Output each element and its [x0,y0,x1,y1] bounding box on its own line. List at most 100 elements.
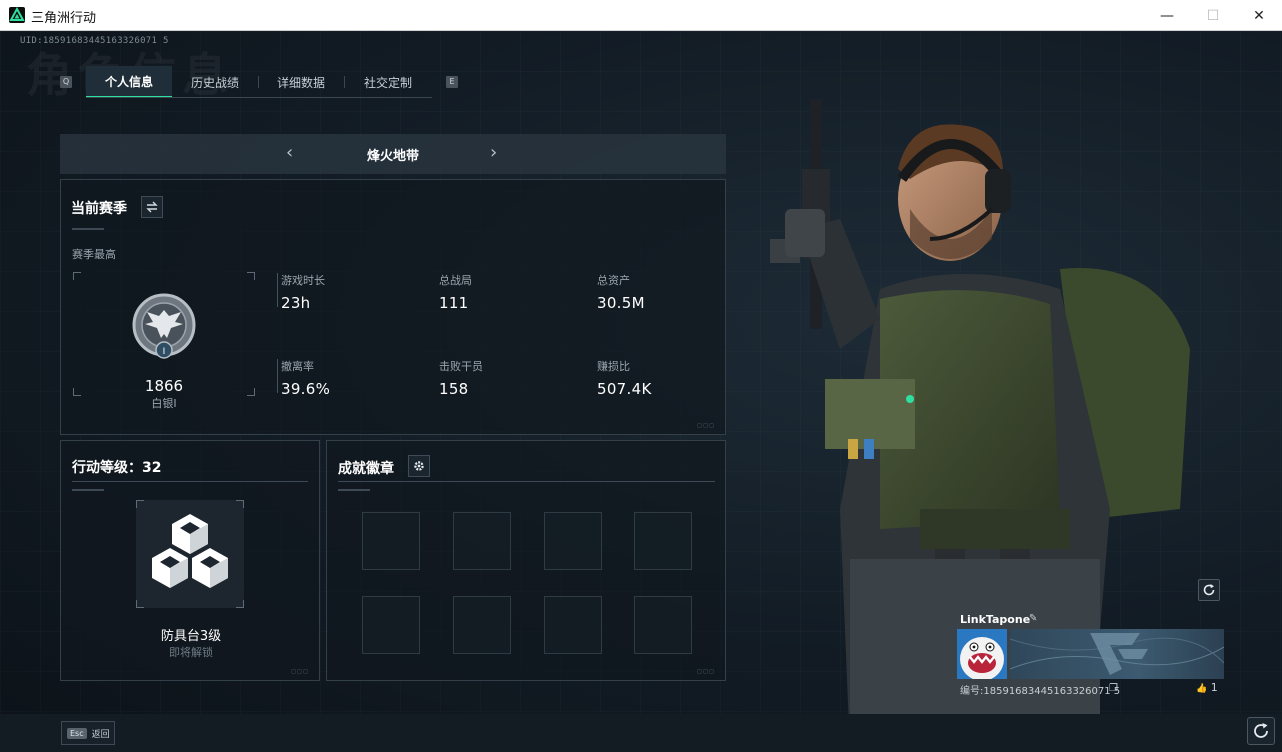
rank-score: 1866 [144,377,184,395]
title-accent-line [338,489,370,491]
switch-season-button[interactable] [141,196,163,218]
copy-id-icon[interactable]: ❐ [1109,683,1118,694]
mode-selector: ‹ 烽火地带 › [60,134,726,174]
bottom-bar [0,714,1282,752]
stat-extract-rate: 撤离率 39.6% [281,358,431,398]
badge-slot[interactable] [453,596,511,654]
badge-slot[interactable] [453,512,511,570]
achievement-badges-panel: 成就徽章 ◻◻◻ [326,440,726,681]
stat-label: 赚损比 [597,360,630,373]
stat-label: 总资产 [597,274,630,287]
tab-next-key[interactable]: E [446,76,458,88]
player-id: 编号:18591683445163326071 5 [960,686,1121,697]
tab-personal-info[interactable]: 个人信息 [86,66,172,98]
avatar[interactable] [957,629,1007,679]
season-title: 当前赛季 [71,201,127,217]
season-panel: 当前赛季 赛季最高 I 1866 白银I 游戏时长 23h 总战局 111 总资… [60,179,726,435]
stat-profit-loss: 赚损比 507.4K [597,358,747,398]
stat-divider [277,359,278,393]
stat-label: 总战局 [439,274,472,287]
badge-settings-button[interactable] [408,455,430,477]
unlock-item-status: 即将解锁 [169,646,213,659]
corner-decoration [236,600,244,608]
rotate-icon [1254,723,1268,738]
esc-key-icon: Esc [67,727,87,739]
unlock-item-frame[interactable] [136,500,244,608]
avatar-image [957,629,1007,679]
uid-text: UID:18591683445163326071 5 [20,36,169,46]
window-titlebar: 三角洲行动 — ☐ ✕ [0,0,1282,31]
panel-corner-dots: ◻◻◻ [291,668,309,675]
rank-box: I 1866 白银I [73,272,255,410]
profile-card: LinkTapone ✎ 编号:18591683445163326071 5 ❐ [955,609,1225,699]
title-rule [338,481,715,482]
stat-total-assets: 总资产 30.5M [597,272,747,312]
corner-decoration [136,600,144,608]
stat-label: 击败干员 [439,360,483,373]
banner-emblem-icon [1010,633,1224,675]
title-accent-line [72,489,104,491]
badge-slot[interactable] [544,596,602,654]
corner-decoration [73,272,81,280]
rank-name: 白银I [151,397,177,410]
mode-title: 烽火地带 [366,149,419,164]
swap-icon [146,201,158,213]
badge-slot[interactable] [362,596,420,654]
cubes-icon [152,514,228,588]
refresh-model-button[interactable] [1198,579,1220,601]
badges-title: 成就徽章 [338,461,394,477]
tab-detailed-data[interactable]: 详细数据 [258,66,344,98]
tab-social[interactable]: 社交定制 [344,66,432,98]
corner-decoration [247,272,255,280]
thumbs-up-icon: 👍 [1196,684,1208,694]
stat-value: 111 [439,294,469,312]
stat-value: 158 [439,380,469,398]
mode-next-button[interactable]: › [490,142,497,163]
corner-decoration [136,500,144,508]
back-button[interactable]: Esc 返回 [61,721,115,745]
back-label: 返回 [91,729,110,740]
panel-corner-dots: ◻◻◻ [697,668,715,675]
tab-underline [86,97,432,98]
stat-value: 39.6% [281,380,331,398]
svg-text:I: I [163,347,166,357]
stat-value: 30.5M [597,294,645,312]
silver-rank-emblem-icon: I [132,293,196,359]
badge-slot[interactable] [634,596,692,654]
stat-divider [277,273,278,307]
tab-bar: Q 个人信息 历史战绩 详细数据 社交定制 E [60,66,460,98]
stat-total-matches: 总战局 111 [439,272,589,312]
badge-slot[interactable] [634,512,692,570]
unlock-item-name: 防具台3级 [160,629,222,644]
app-logo-icon [9,7,25,23]
corner-decoration [236,500,244,508]
window-title: 三角洲行动 [31,11,97,26]
panel-corner-dots: ◻◻◻ [697,422,715,429]
game-screen: 角色信息 UID:18591683445163326071 5 Q 个人信息 历… [0,31,1282,752]
like-counter[interactable]: 👍 1 [1196,681,1218,694]
action-level-title: 行动等级：32 [72,460,162,476]
title-accent-line [72,228,104,230]
stat-value: 507.4K [597,380,652,398]
tab-prev-key[interactable]: Q [60,76,72,88]
edit-name-icon[interactable]: ✎ [1029,613,1037,624]
player-name: LinkTapone [960,613,1031,626]
like-count: 1 [1210,681,1218,694]
action-level-panel: 行动等级：32 防具台3级 即将解锁 ◻◻◻ [60,440,320,681]
badge-slot[interactable] [544,512,602,570]
rotate-view-button[interactable] [1247,717,1275,745]
gear-icon [414,461,424,471]
stat-label: 撤离率 [281,360,314,373]
stat-operators-defeated: 击败干员 158 [439,358,589,398]
profile-banner[interactable] [1010,629,1224,679]
stat-play-time: 游戏时长 23h [281,272,431,312]
stat-label: 游戏时长 [281,274,325,287]
badge-slot[interactable] [362,512,420,570]
tab-history[interactable]: 历史战绩 [172,66,258,98]
title-rule [72,481,308,482]
maximize-button[interactable]: ☐ [1190,0,1236,31]
season-best-label: 赛季最高 [72,248,116,261]
refresh-icon [1203,584,1215,596]
minimize-button[interactable]: — [1144,0,1190,31]
close-button[interactable]: ✕ [1236,0,1282,31]
